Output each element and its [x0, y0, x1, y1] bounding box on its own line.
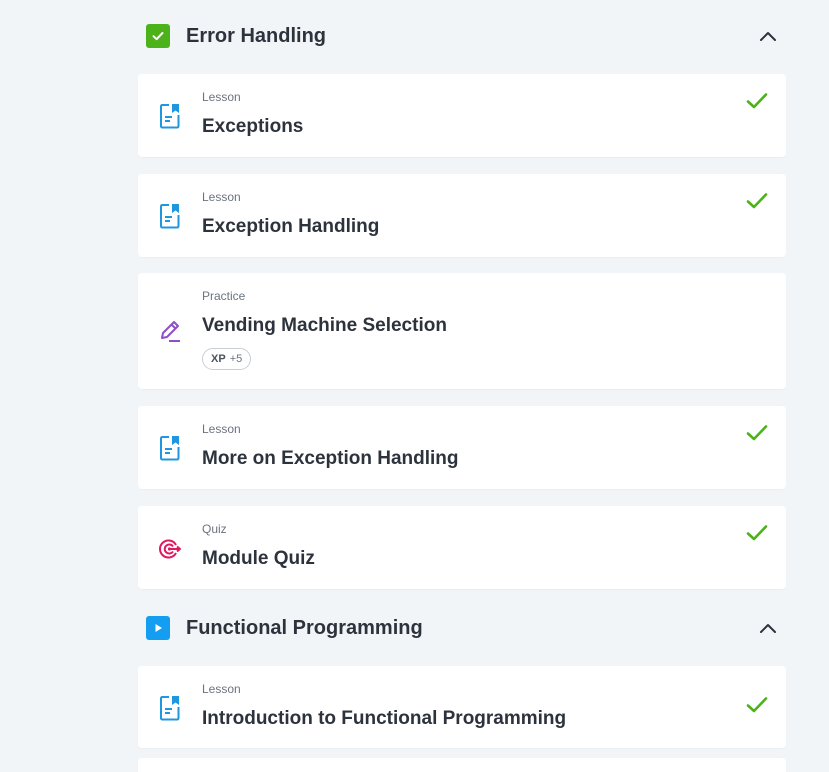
- item-title: Exceptions: [202, 116, 304, 137]
- item-title: Module Quiz: [202, 548, 315, 569]
- xp-value: +5: [229, 353, 243, 365]
- item-type-label: Lesson: [202, 682, 241, 696]
- lesson-card[interactable]: Lesson Exceptions: [138, 74, 786, 157]
- lesson-card[interactable]: Lesson Introduction to Functional Progra…: [138, 666, 786, 748]
- completed-check-icon: [746, 193, 768, 209]
- lesson-card[interactable]: Lesson Exception Handling: [138, 174, 786, 257]
- completed-check-icon: [746, 425, 768, 441]
- chevron-up-icon[interactable]: [756, 24, 780, 48]
- lesson-document-icon: [160, 436, 180, 461]
- next-item-card[interactable]: [138, 758, 786, 772]
- item-type-label: Lesson: [202, 90, 241, 104]
- item-type-label: Quiz: [202, 522, 227, 536]
- xp-badge: XP +5: [202, 348, 252, 370]
- xp-label: XP: [211, 353, 226, 365]
- section-header-functional-programming[interactable]: Functional Programming: [138, 608, 786, 648]
- lesson-document-icon: [160, 696, 180, 721]
- section-title: Functional Programming: [186, 616, 423, 639]
- section-title: Error Handling: [186, 24, 327, 47]
- item-title: Exception Handling: [202, 216, 380, 237]
- course-module-list: Error Handling Lesson Exceptions Lesson …: [0, 0, 829, 772]
- chevron-up-icon[interactable]: [756, 616, 780, 640]
- item-title: Introduction to Functional Programming: [202, 708, 567, 729]
- completed-check-icon: [746, 93, 768, 109]
- completed-check-icon: [746, 697, 768, 713]
- item-title: More on Exception Handling: [202, 448, 459, 469]
- pencil-edit-icon: [161, 321, 180, 342]
- completed-check-icon: [746, 525, 768, 541]
- lesson-document-icon: [160, 104, 180, 129]
- practice-card[interactable]: Practice Vending Machine Selection XP +5: [138, 273, 786, 389]
- check-square-icon: [146, 24, 170, 48]
- section-header-error-handling[interactable]: Error Handling: [138, 16, 786, 56]
- target-icon: [159, 539, 181, 559]
- item-type-label: Lesson: [202, 190, 241, 204]
- quiz-card[interactable]: Quiz Module Quiz: [138, 506, 786, 589]
- item-title: Vending Machine Selection: [202, 315, 447, 336]
- lesson-card[interactable]: Lesson More on Exception Handling: [138, 406, 786, 489]
- item-type-label: Lesson: [202, 422, 241, 436]
- item-type-label: Practice: [202, 289, 246, 303]
- play-square-icon: [146, 616, 170, 640]
- lesson-document-icon: [160, 204, 180, 229]
